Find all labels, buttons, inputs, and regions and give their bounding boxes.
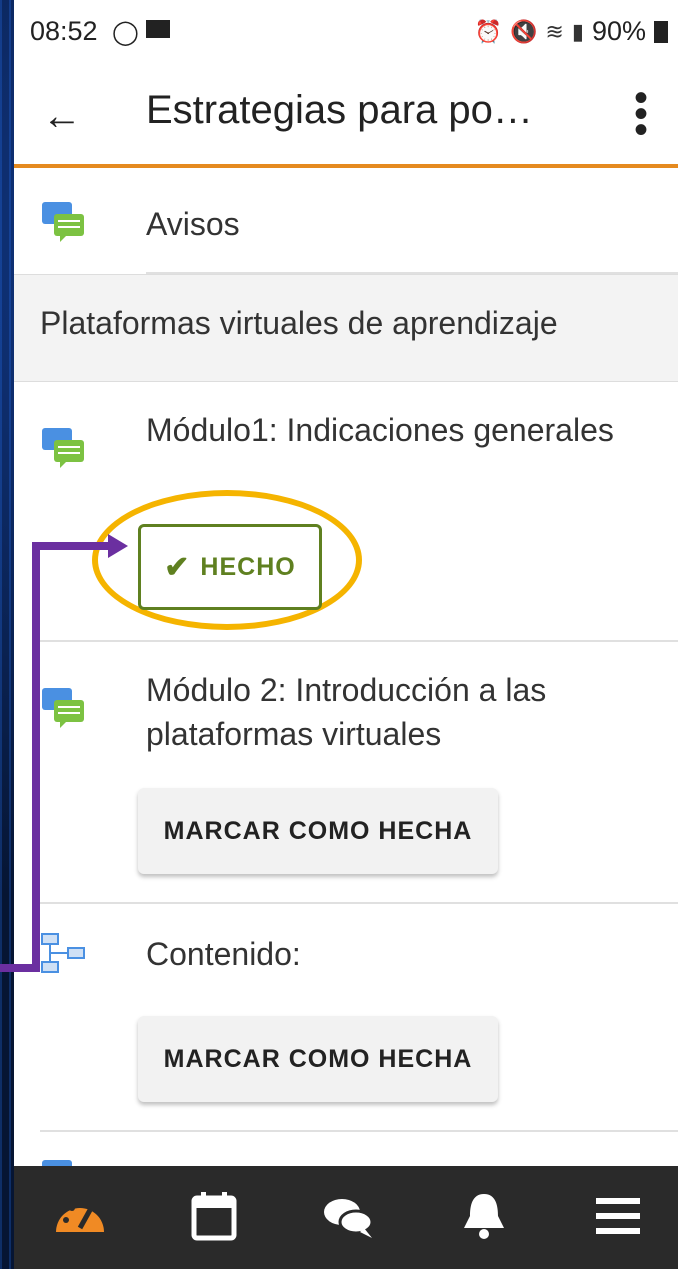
page-title: Estrategias para po…	[146, 88, 533, 132]
course-content: Avisos Plataformas virtuales de aprendiz…	[14, 168, 678, 1182]
battery-percent: 90%	[591, 16, 646, 46]
bottom-nav	[14, 1166, 678, 1269]
status-right: ⏰ 🔇 ≋ ▮ 90%	[475, 16, 668, 47]
dashboard-icon[interactable]	[52, 1188, 108, 1244]
modulo2-link[interactable]: Módulo 2: Introducción a las plataformas…	[146, 668, 646, 756]
section-title: Plataformas virtuales de aprendizaje	[40, 305, 558, 341]
divider	[40, 1130, 678, 1132]
mark-done-button[interactable]: MARCAR COMO HECHA	[138, 1016, 498, 1102]
messages-icon[interactable]	[320, 1188, 376, 1244]
divider	[40, 640, 678, 642]
notifications-icon[interactable]	[456, 1188, 512, 1244]
divider	[40, 902, 678, 904]
menu-icon[interactable]	[590, 1188, 646, 1244]
mark-done-button[interactable]: MARCAR COMO HECHA	[138, 788, 498, 874]
back-arrow-icon[interactable]: ←	[42, 94, 82, 139]
signal-icon: ▮	[571, 18, 584, 44]
forum-icon	[42, 688, 84, 728]
phone-screen: 08:52 ◯ ⏰ 🔇 ≋ ▮ 90% ← Estrategias para p…	[14, 0, 678, 1269]
section-header: Plataformas virtuales de aprendizaje	[14, 274, 678, 382]
contenido-link[interactable]: Contenido:	[146, 932, 646, 976]
forum-icon	[42, 202, 84, 242]
done-button[interactable]: ✔ HECHO	[138, 524, 322, 610]
avisos-link[interactable]: Avisos	[146, 202, 646, 246]
folder-icon	[146, 20, 170, 38]
check-icon: ✔	[164, 550, 191, 584]
status-bar: 08:52 ◯ ⏰ 🔇 ≋ ▮ 90%	[14, 0, 678, 64]
mute-icon: 🔇	[510, 18, 538, 44]
battery-icon	[654, 20, 668, 43]
calendar-icon[interactable]	[186, 1188, 242, 1244]
more-options-icon[interactable]: • • •	[634, 78, 648, 150]
done-label: HECHO	[200, 552, 296, 581]
folder-tree-icon	[41, 933, 85, 973]
app-bar: ← Estrategias para po… • • •	[14, 64, 678, 168]
modulo1-link[interactable]: Módulo1: Indicaciones generales	[146, 408, 646, 452]
status-time: 08:52	[30, 16, 98, 46]
wifi-icon: ≋	[545, 18, 564, 44]
alarm-icon: ⏰	[474, 18, 502, 44]
whatsapp-icon: ◯	[112, 19, 139, 46]
forum-icon	[42, 428, 84, 468]
